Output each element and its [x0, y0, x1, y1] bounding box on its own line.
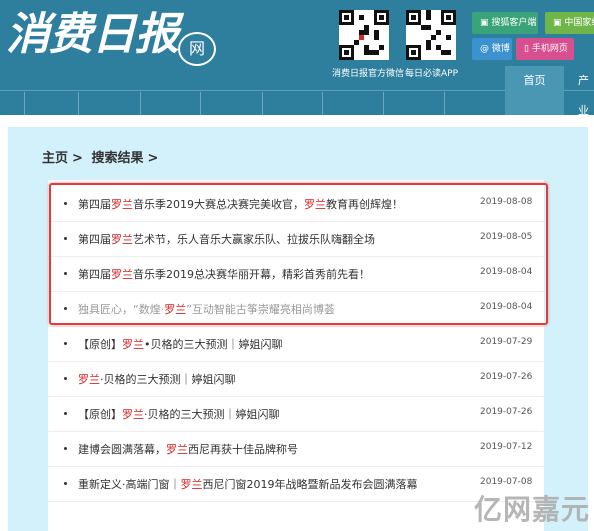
app-qr-code: [406, 10, 456, 60]
site-logo[interactable]: 消费日报: [6, 10, 179, 60]
nav-separator: [444, 92, 445, 115]
breadcrumb-current: 搜索结果: [91, 151, 144, 166]
bullet: [64, 447, 67, 450]
weibo-label: 微博: [491, 44, 510, 54]
home-textile-button[interactable]: ▣ 中国家纺: [545, 12, 594, 34]
sohu-client-button[interactable]: ▣ 搜狐客户端: [472, 12, 538, 34]
result-title[interactable]: 重新定义·高端门窗｜罗兰西尼门窗2019年战略暨新品发布会圆满落幕: [78, 476, 418, 492]
breadcrumb: 主页 > 搜索结果 >: [42, 147, 162, 166]
watermark: 亿网嘉元: [474, 493, 591, 526]
weibo-icon: @: [480, 44, 492, 54]
nav-separator: [383, 92, 384, 115]
list-item[interactable]: 【原创】罗兰·贝格的三大预测｜婷姐闪聊 2019-07-26: [48, 397, 544, 432]
result-date: 2019-07-26: [480, 407, 533, 417]
nav-separator: [78, 92, 79, 115]
mobile-web-button[interactable]: ▯ 手机网页: [516, 38, 574, 60]
breadcrumb-separator: >: [147, 151, 159, 166]
mobile-web-label: 手机网页: [531, 44, 568, 54]
result-date: 2019-07-26: [480, 372, 533, 382]
highlight-annotation-box: [49, 183, 548, 325]
result-date: 2019-07-12: [480, 442, 533, 452]
list-item[interactable]: 重新定义·高端门窗｜罗兰西尼门窗2019年战略暨新品发布会圆满落幕 2019-0…: [48, 467, 544, 502]
home-textile-label: 中国家纺: [564, 18, 594, 28]
result-title[interactable]: 【原创】罗兰•贝格的三大预测｜婷姐闪聊: [78, 336, 283, 352]
sohu-client-icon: ▣: [480, 18, 492, 28]
breadcrumb-separator: >: [72, 151, 83, 166]
nav-home-tab[interactable]: 首页: [505, 66, 564, 115]
list-item[interactable]: 【原创】罗兰•贝格的三大预测｜婷姐闪聊 2019-07-29: [48, 327, 544, 362]
breadcrumb-home[interactable]: 主页: [42, 151, 68, 166]
bullet: [64, 377, 67, 380]
nav-separator: [322, 92, 323, 115]
qr-caption-wechat: 消费日报官方微信: [332, 69, 405, 79]
result-title[interactable]: 建博会圆满落幕，罗兰西尼再获十佳品牌称号: [78, 441, 298, 457]
nav-separator: [24, 92, 25, 115]
result-date: 2019-07-08: [480, 477, 533, 487]
list-item[interactable]: 罗兰·贝格的三大预测｜婷姐闪聊 2019-07-26: [48, 362, 544, 397]
sohu-client-label: 搜狐客户端: [491, 18, 537, 28]
nav-industry-tab[interactable]: 产业: [578, 66, 594, 117]
weibo-button[interactable]: @ 微博: [472, 38, 512, 60]
bullet: [64, 412, 67, 415]
result-date: 2019-07-29: [480, 337, 533, 347]
bullet: [64, 482, 67, 485]
home-textile-icon: ▣: [553, 18, 565, 28]
result-title[interactable]: 罗兰·贝格的三大预测｜婷姐闪聊: [78, 371, 236, 387]
nav-separator: [140, 92, 141, 115]
qr-caption-app: 每日必读APP: [405, 69, 459, 79]
wechat-qr-code: [339, 10, 389, 60]
list-item[interactable]: 建博会圆满落幕，罗兰西尼再获十佳品牌称号 2019-07-12: [48, 432, 544, 467]
result-title[interactable]: 【原创】罗兰·贝格的三大预测｜婷姐闪聊: [78, 406, 280, 422]
site-header: 消费日报 网 消费日报官方微信 每日必读APP ▣ 搜狐客户端 ▣ 中国家纺 @…: [0, 0, 594, 117]
nav-separator: [262, 92, 263, 115]
logo-badge: 网: [178, 32, 216, 66]
mobile-icon: ▯: [524, 44, 532, 54]
nav-separator: [200, 92, 201, 115]
bullet: [64, 342, 67, 345]
